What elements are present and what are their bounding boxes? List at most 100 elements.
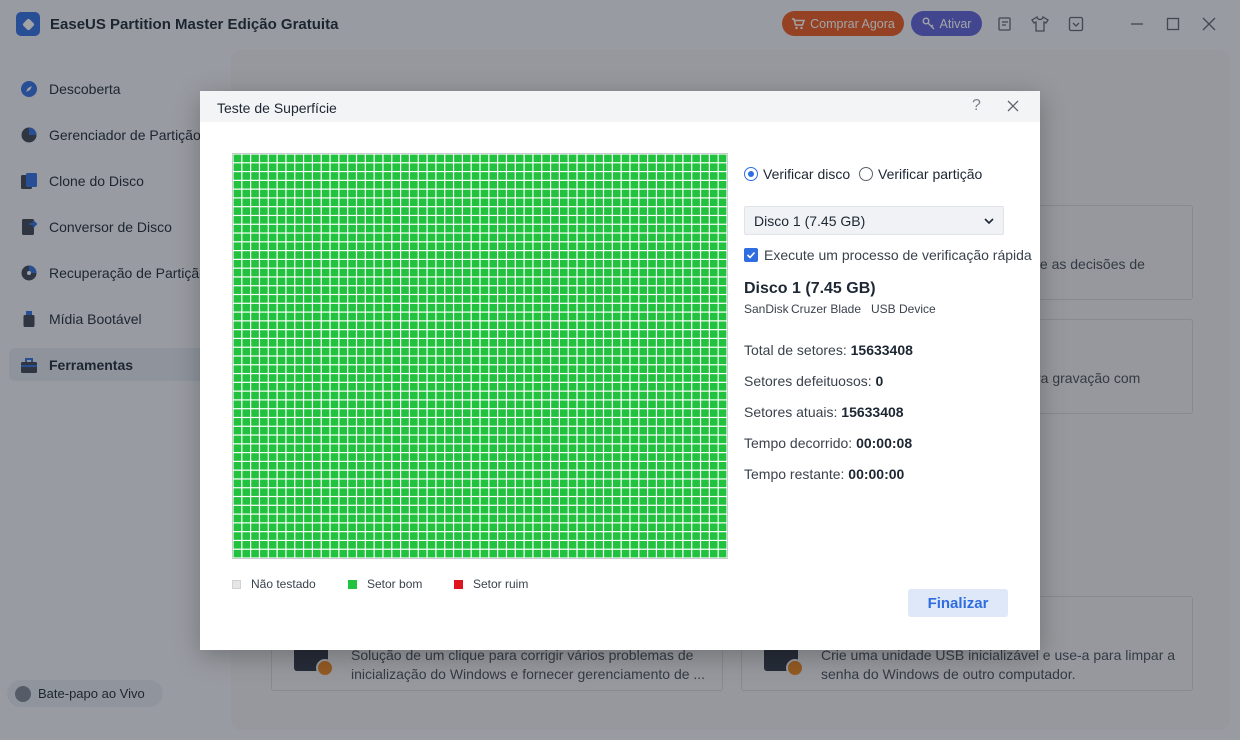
sector-cell	[498, 321, 506, 330]
sector-cell	[365, 312, 374, 321]
sector-cell	[233, 303, 242, 312]
sector-cell	[674, 312, 683, 321]
close-icon[interactable]	[1006, 99, 1022, 115]
sector-cell	[445, 435, 453, 444]
sector-cell	[304, 514, 312, 523]
sector-cell	[648, 286, 656, 294]
sector-cell	[233, 541, 242, 549]
sector-cell	[295, 426, 303, 435]
sector-cell	[692, 453, 700, 461]
sector-cell	[674, 497, 683, 505]
sector-cell	[365, 180, 374, 189]
sector-cell	[489, 277, 498, 286]
sector-cell	[507, 426, 515, 435]
sector-cell	[357, 154, 365, 163]
sector-cell	[454, 497, 462, 505]
quick-check-checkbox[interactable]: Execute um processo de verificação rápid…	[744, 247, 1032, 263]
sector-cell	[445, 400, 453, 409]
sector-cell	[462, 497, 471, 505]
sector-cell	[674, 154, 683, 163]
sector-cell	[251, 224, 259, 233]
sector-cell	[542, 312, 550, 321]
verify-partition-radio[interactable]: Verificar partição	[859, 166, 982, 182]
sector-cell	[251, 497, 259, 505]
sector-cell	[559, 339, 568, 347]
sector-cell	[260, 479, 268, 488]
sector-cell	[321, 418, 330, 426]
finish-button[interactable]: Finalizar	[908, 589, 1008, 617]
sector-cell	[410, 233, 418, 242]
sector-cell	[586, 391, 595, 400]
sector-cell	[427, 277, 436, 286]
sector-cell	[251, 356, 259, 365]
sector-cell	[568, 541, 577, 549]
sector-cell	[630, 409, 639, 417]
sector-cell	[392, 154, 401, 163]
sector-cell	[630, 259, 639, 268]
sector-cell	[445, 189, 453, 198]
verify-disk-radio[interactable]: Verificar disco	[744, 166, 850, 182]
sector-cell	[242, 198, 251, 207]
sector-cell	[277, 541, 286, 549]
sector-cell	[260, 497, 268, 505]
sector-cell	[304, 242, 312, 251]
sector-cell	[709, 549, 718, 558]
sector-cell	[595, 163, 603, 171]
sector-cell	[383, 444, 392, 453]
sector-cell	[515, 312, 524, 321]
sector-cell	[365, 435, 374, 444]
sector-cell	[480, 523, 489, 532]
sector-cell	[480, 356, 489, 365]
sector-cell	[639, 426, 648, 435]
sector-cell	[595, 505, 603, 514]
sector-cell	[515, 303, 524, 312]
sector-cell	[286, 470, 295, 479]
sector-cell	[701, 268, 709, 277]
sector-cell	[233, 216, 242, 224]
sector-cell	[454, 541, 462, 549]
sector-cell	[524, 303, 533, 312]
sector-cell	[268, 163, 277, 171]
sector-cell	[657, 426, 665, 435]
sector-cell	[312, 505, 321, 514]
sector-cell	[657, 259, 665, 268]
sector-cell	[657, 541, 665, 549]
sector-cell	[251, 514, 259, 523]
sector-cell	[515, 523, 524, 532]
sector-cell	[454, 470, 462, 479]
sector-cell	[348, 189, 356, 198]
sector-cell	[621, 470, 630, 479]
sector-cell	[489, 163, 498, 171]
sector-cell	[251, 259, 259, 268]
sector-cell	[410, 330, 418, 338]
sector-cell	[621, 461, 630, 470]
disk-select[interactable]: Disco 1 (7.45 GB)	[744, 206, 1004, 235]
sector-cell	[233, 312, 242, 321]
sector-cell	[260, 321, 268, 330]
sector-cell	[374, 286, 383, 294]
sector-cell	[639, 382, 648, 391]
sector-cell	[374, 479, 383, 488]
sector-cell	[577, 470, 586, 479]
sector-cell	[692, 418, 700, 426]
sector-cell	[595, 268, 603, 277]
sector-cell	[348, 154, 356, 163]
sector-cell	[445, 242, 453, 251]
sector-cell	[674, 189, 683, 198]
sector-cell	[498, 189, 506, 198]
sector-cell	[418, 154, 427, 163]
sector-cell	[312, 286, 321, 294]
sector-cell	[489, 189, 498, 198]
sector-cell	[410, 356, 418, 365]
sector-cell	[692, 295, 700, 303]
sector-cell	[427, 295, 436, 303]
sector-cell	[251, 505, 259, 514]
sector-cell	[507, 339, 515, 347]
sector-cell	[410, 347, 418, 356]
help-icon[interactable]: ?	[972, 97, 981, 115]
sector-cell	[480, 505, 489, 514]
sector-cell	[260, 488, 268, 496]
sector-cell	[524, 418, 533, 426]
sector-cell	[410, 303, 418, 312]
sector-cell	[718, 154, 727, 163]
